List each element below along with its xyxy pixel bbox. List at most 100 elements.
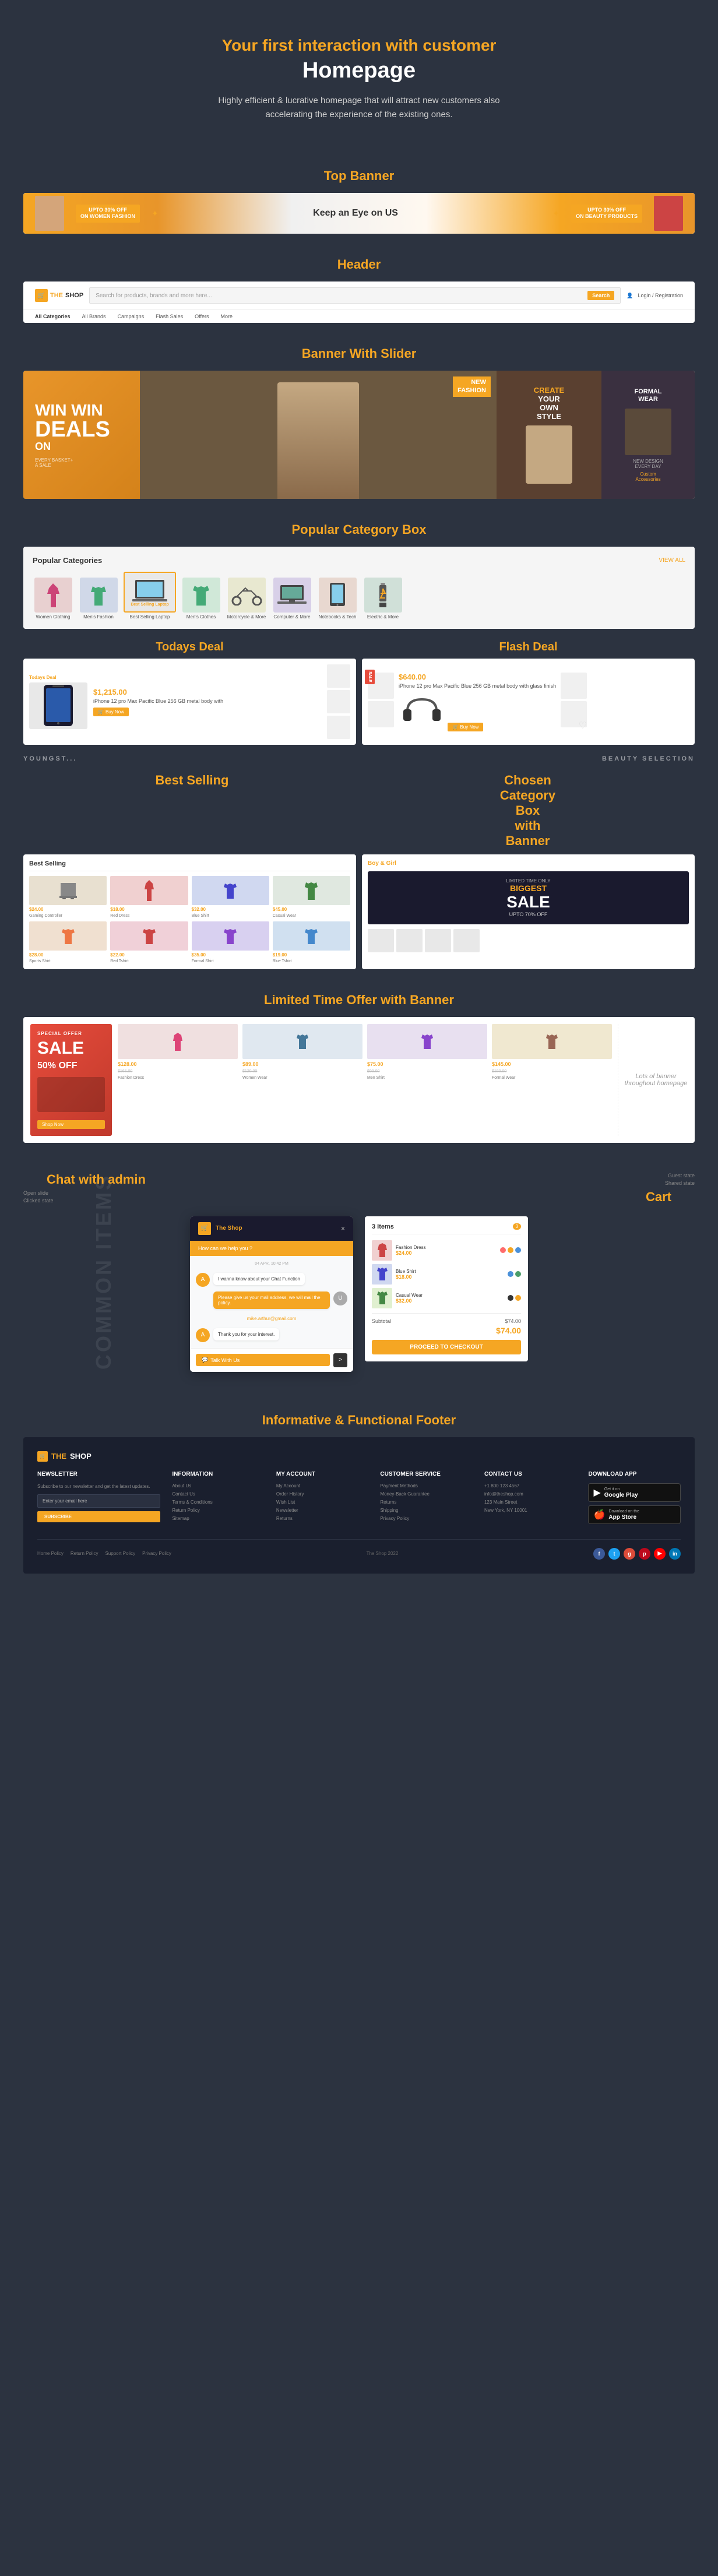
- footer-return-policy[interactable]: Return Policy: [71, 1551, 98, 1556]
- footer-myaccount-link[interactable]: My Account: [276, 1483, 369, 1488]
- flash-thumb-3[interactable]: [561, 673, 587, 699]
- color-dot-orange[interactable]: [508, 1247, 513, 1253]
- footer-sitemap-link[interactable]: Sitemap: [172, 1516, 265, 1521]
- chosen-cat-thumb-1[interactable]: [368, 929, 394, 952]
- lto-prod-price-1: $128.00: [118, 1061, 238, 1067]
- header-search-bar[interactable]: Search for products, brands and more her…: [89, 287, 621, 304]
- cart-item-price-2: $18.00: [396, 1274, 504, 1280]
- user-login-text[interactable]: Login / Registration: [638, 293, 683, 298]
- lto-shop-btn[interactable]: Shop Now: [37, 1120, 105, 1129]
- chat-send-btn[interactable]: >: [333, 1353, 347, 1367]
- bs-item-8[interactable]: $19.00 Blue Tshirt: [273, 921, 350, 963]
- bs-item-5[interactable]: $28.00 Sports Shirt: [29, 921, 107, 963]
- flash-thumb-2[interactable]: [368, 701, 394, 727]
- thumb-3[interactable]: [327, 716, 350, 739]
- footer-section: 🛒 THE SHOP NEWSLETTER Subscribe to our n…: [23, 1437, 695, 1574]
- cat-item-electric[interactable]: Electric & More: [362, 578, 403, 620]
- footer-shipping-link[interactable]: Shipping: [380, 1508, 473, 1513]
- footer-return-link[interactable]: Return Policy: [172, 1508, 265, 1513]
- google-play-btn[interactable]: ▶ Get it on Google Play: [588, 1483, 681, 1502]
- category-box: Popular Categories VIEW ALL Women Clothi…: [23, 547, 695, 629]
- color-dot-blue[interactable]: [515, 1247, 521, 1253]
- chosen-cat-thumb-2[interactable]: [396, 929, 423, 952]
- color-dot-green[interactable]: [515, 1271, 521, 1277]
- best-selling-box: Best Selling $24.00 Gaming Controller $1…: [23, 854, 356, 969]
- cat-item-computer[interactable]: Computer & More: [272, 578, 312, 620]
- footer-about-link[interactable]: About Us: [172, 1483, 265, 1488]
- pinterest-icon[interactable]: p: [639, 1548, 650, 1560]
- cat-item-shirt[interactable]: Men's Clothes: [181, 578, 221, 620]
- cat-item-tablet[interactable]: Notebooks & Tech: [317, 578, 358, 620]
- checkout-button[interactable]: PROCEED TO CHECKOUT: [372, 1340, 521, 1354]
- category-more-link[interactable]: VIEW ALL: [659, 557, 685, 564]
- nav-flash-sales[interactable]: Flash Sales: [156, 314, 183, 319]
- nav-more[interactable]: More: [220, 314, 233, 319]
- color-dot-red[interactable]: [500, 1247, 506, 1253]
- nav-all-categories[interactable]: All Categories: [35, 314, 71, 319]
- wishlist-heart-icon[interactable]: ♡: [579, 720, 587, 731]
- cart-section-info: Guest stateShared state Cart: [622, 1172, 695, 1204]
- bs-item-6[interactable]: $22.00 Red Tshirt: [110, 921, 188, 963]
- footer-support-policy[interactable]: Support Policy: [105, 1551, 135, 1556]
- color-dot-dark[interactable]: [508, 1295, 513, 1301]
- footer-orders-link[interactable]: Order History: [276, 1491, 369, 1497]
- bs-item-1[interactable]: $24.00 Gaming Controller: [29, 876, 107, 918]
- footer-privacy-policy[interactable]: Privacy Policy: [142, 1551, 171, 1556]
- cat-item-women[interactable]: Women Clothing: [33, 578, 73, 620]
- footer-guarantee-link[interactable]: Money-Back Guarantee: [380, 1491, 473, 1497]
- create-text: CREATE: [526, 386, 572, 395]
- lto-product-2[interactable]: $89.00 $120.00 Women Wear: [242, 1024, 362, 1136]
- bs-item-3[interactable]: $32.00 Blue Shirt: [192, 876, 269, 918]
- chosen-cat-thumb-3[interactable]: [425, 929, 451, 952]
- google-plus-icon[interactable]: g: [624, 1548, 635, 1560]
- twitter-icon[interactable]: t: [608, 1548, 620, 1560]
- nav-offers[interactable]: Offers: [195, 314, 209, 319]
- todays-deal-buy-btn[interactable]: 🛒 Buy Now: [93, 708, 129, 716]
- thumb-2[interactable]: [327, 690, 350, 713]
- chosen-cat-thumb-4[interactable]: [453, 929, 480, 952]
- chat-admin-avatar: A: [196, 1273, 210, 1287]
- cat-item-men[interactable]: Men's Fashion: [78, 578, 119, 620]
- cat-item-moto[interactable]: Motorcycle & More: [226, 578, 267, 620]
- footer-returns2-link[interactable]: Returns: [380, 1500, 473, 1505]
- deal-labels-row: Todays Deal Flash Deal: [0, 641, 718, 654]
- footer-returns-link[interactable]: Returns: [276, 1516, 369, 1521]
- cat-item-laptop[interactable]: Best Selling Laptop Best Selling Laptop: [124, 572, 176, 620]
- flash-deal-buy-btn[interactable]: 🛒 Buy Now: [448, 723, 483, 731]
- lto-prod-name-3: Men Shirt: [367, 1076, 487, 1080]
- top-banner-content: UPTO 30% OFFON WOMEN FASHION ✦ Keep an E…: [23, 193, 695, 234]
- search-button[interactable]: Search: [587, 291, 614, 300]
- footer-email-input[interactable]: Enter your email here: [37, 1494, 160, 1508]
- footer-newsletter-link[interactable]: Newsletter: [276, 1508, 369, 1513]
- footer-contact-link[interactable]: Contact Us: [172, 1491, 265, 1497]
- flash-deal-buy-label: Buy Now: [460, 724, 478, 730]
- chat-talk-btn[interactable]: 💬 Talk With Us: [196, 1354, 330, 1366]
- linkedin-icon[interactable]: in: [669, 1548, 681, 1560]
- bs-item-4[interactable]: $45.00 Casual Wear: [273, 876, 350, 918]
- bs-item-7[interactable]: $35.00 Formal Shirt: [192, 921, 269, 963]
- chat-close-btn[interactable]: ×: [341, 1224, 345, 1233]
- nav-campaigns[interactable]: Campaigns: [118, 314, 145, 319]
- footer-privacy-link[interactable]: Privacy Policy: [380, 1516, 473, 1521]
- footer-home-policy[interactable]: Home Policy: [37, 1551, 64, 1556]
- bs-item-2[interactable]: $18.00 Red Dress: [110, 876, 188, 918]
- lto-product-3[interactable]: $75.00 $99.00 Men Shirt: [367, 1024, 487, 1136]
- app-store-btn[interactable]: 🍎 Download on the App Store: [588, 1505, 681, 1524]
- footer-payment-link[interactable]: Payment Methods: [380, 1483, 473, 1488]
- lto-product-1[interactable]: $128.00 $165.00 Fashion Dress: [118, 1024, 238, 1136]
- cat-thumb-tablet: [319, 578, 357, 613]
- slider-deal-panel: WIN WIN DEALS ON EVERY BASKET+A SALE: [23, 371, 140, 499]
- nav-all-brands[interactable]: All Brands: [82, 314, 106, 319]
- footer-terms-link[interactable]: Terms & Conditions: [172, 1500, 265, 1505]
- footer-email: info@theshop.com: [484, 1491, 577, 1497]
- youtube-icon[interactable]: ▶: [654, 1548, 666, 1560]
- footer-wishlist-link[interactable]: Wish List: [276, 1500, 369, 1505]
- color-dot-orange2[interactable]: [515, 1295, 521, 1301]
- footer-subscribe-btn[interactable]: SUBSCRIBE: [37, 1511, 160, 1522]
- lto-prod-thumb-4: [492, 1024, 612, 1059]
- facebook-icon[interactable]: f: [593, 1548, 605, 1560]
- thumb-1[interactable]: [327, 664, 350, 688]
- color-dot-blue2[interactable]: [508, 1271, 513, 1277]
- cart-item-name-3: Casual Wear: [396, 1293, 504, 1298]
- lto-product-4[interactable]: $145.00 $180.00 Formal Wear: [492, 1024, 612, 1136]
